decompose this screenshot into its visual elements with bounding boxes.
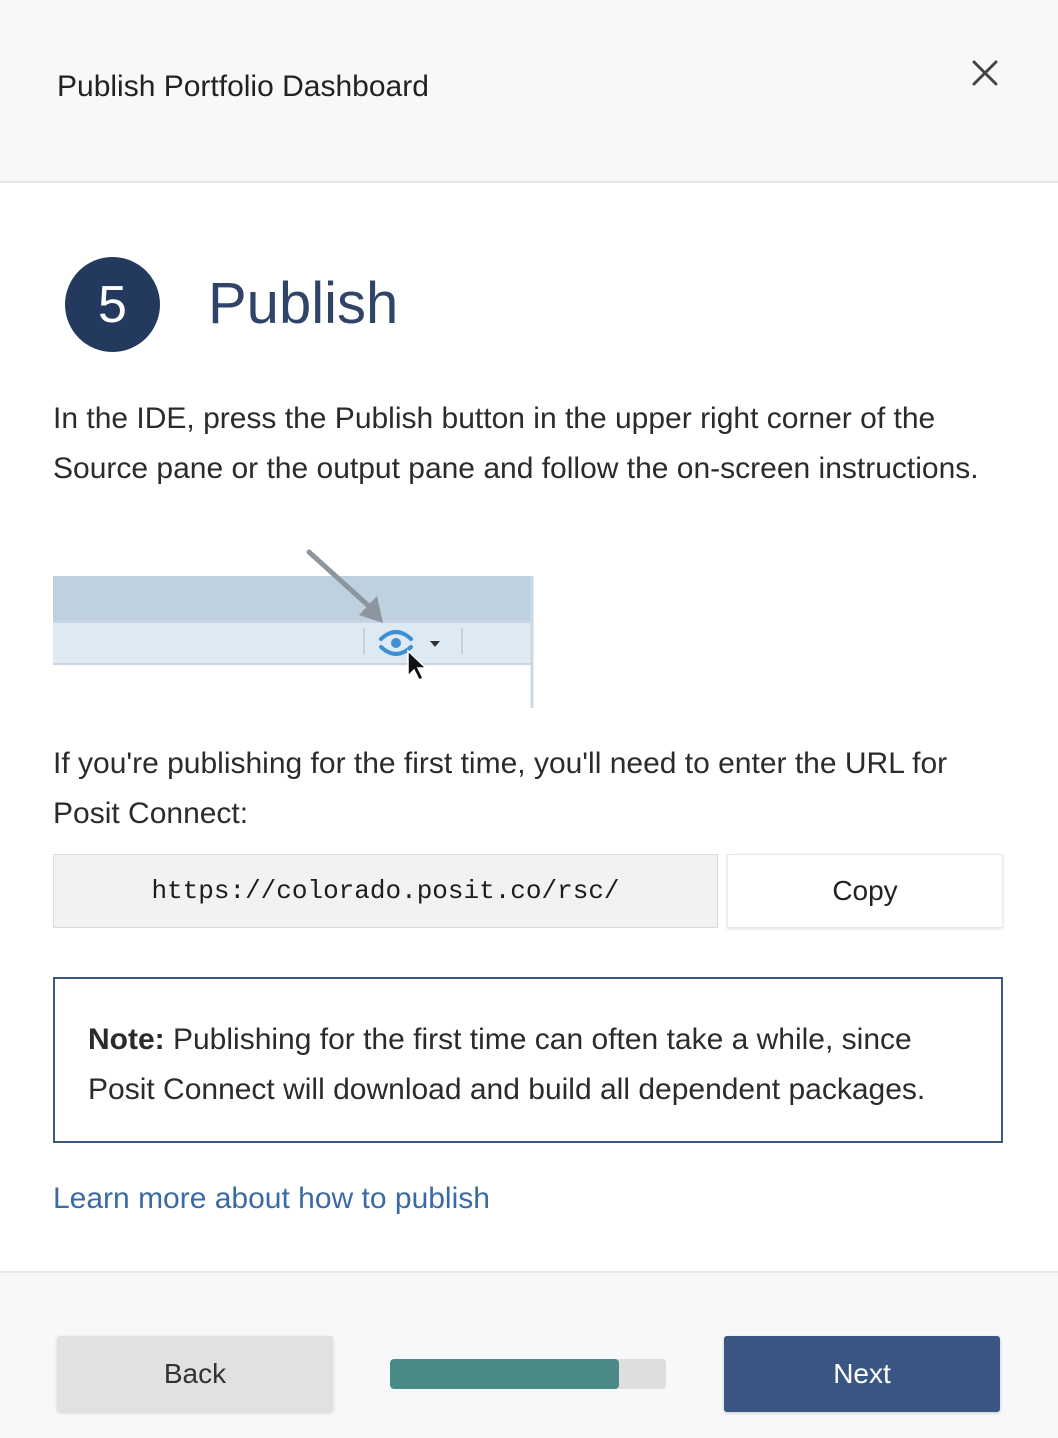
dialog-header: Publish Portfolio Dashboard (0, 0, 1058, 183)
publish-dialog: Publish Portfolio Dashboard 5 Publish In… (0, 0, 1058, 1438)
back-button[interactable]: Back (57, 1336, 333, 1412)
next-button[interactable]: Next (724, 1336, 1000, 1412)
connect-url-field[interactable]: https://colorado.posit.co/rsc/ (53, 854, 718, 928)
note-callout: Note: Publishing for the first time can … (53, 977, 1003, 1143)
step-title: Publish (208, 271, 399, 336)
progress-bar (390, 1359, 666, 1389)
first-time-paragraph: If you're publishing for the first time,… (53, 747, 948, 830)
close-button[interactable] (962, 50, 1008, 96)
note-label: Note: (88, 1023, 165, 1056)
instructions-paragraph: In the IDE, press the Publish button in … (53, 402, 979, 485)
progress-bar-fill (390, 1359, 620, 1389)
note-text: Publishing for the first time can often … (88, 1023, 926, 1106)
close-icon (972, 60, 998, 86)
url-copy-row: https://colorado.posit.co/rsc/ Copy (53, 854, 1003, 930)
ide-publish-illustration (53, 548, 535, 710)
copy-button[interactable]: Copy (727, 854, 1003, 928)
step-number-badge: 5 (65, 257, 160, 352)
dialog-title: Publish Portfolio Dashboard (57, 70, 429, 103)
learn-more-link[interactable]: Learn more about how to publish (53, 1182, 490, 1216)
